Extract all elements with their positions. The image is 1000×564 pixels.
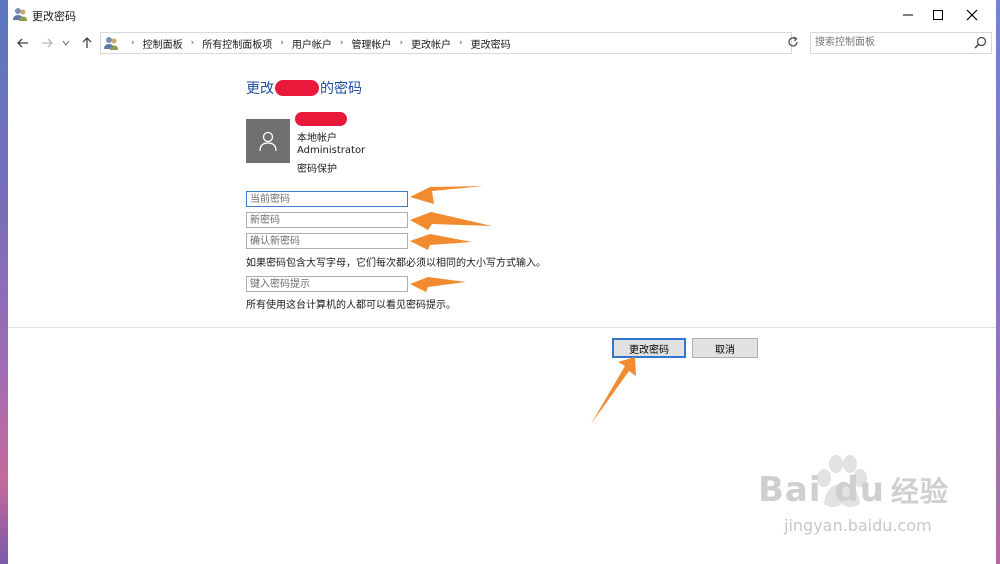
breadcrumb-separator-icon: › xyxy=(190,38,195,48)
breadcrumb: › 控制面板 › 所有控制面板项 › 用户帐户 › 管理帐户 › 更改帐户 › … xyxy=(123,33,511,53)
user-accounts-icon xyxy=(13,8,27,21)
close-icon xyxy=(966,9,978,21)
breadcrumb-separator-icon: › xyxy=(399,38,404,48)
avatar xyxy=(246,119,290,163)
account-group: Administrator xyxy=(297,145,366,156)
forward-button[interactable] xyxy=(38,34,56,52)
confirm-password-input[interactable] xyxy=(246,233,408,249)
arrow-right-icon xyxy=(42,38,53,48)
redacted-username xyxy=(275,80,319,96)
cancel-button[interactable]: 取消 xyxy=(692,338,758,358)
control-panel-icon xyxy=(104,37,118,50)
password-hint-input[interactable] xyxy=(246,276,408,292)
desktop-background-left xyxy=(0,0,8,564)
address-row: › 控制面板 › 所有控制面板项 › 用户帐户 › 管理帐户 › 更改帐户 › … xyxy=(8,30,996,56)
breadcrumb-separator-icon: › xyxy=(339,38,344,48)
account-type: 本地帐户 xyxy=(297,133,337,144)
arrow-left-icon xyxy=(17,38,28,48)
new-password-input[interactable] xyxy=(246,212,408,228)
watermark-url: jingyan.baidu.com xyxy=(784,516,932,535)
user-icon xyxy=(259,131,277,152)
breadcrumb-separator-icon: › xyxy=(280,38,284,48)
page-title-suffix: 的密码 xyxy=(320,81,362,97)
address-bar[interactable]: › 控制面板 › 所有控制面板项 › 用户帐户 › 管理帐户 › 更改帐户 › … xyxy=(100,32,868,54)
refresh-button[interactable] xyxy=(784,32,802,52)
close-button[interactable] xyxy=(950,0,994,30)
hint-visibility-note: 所有使用这台计算机的人都可以看见密码提示。 xyxy=(246,300,456,311)
search-icon[interactable] xyxy=(974,36,987,49)
redacted-account-name xyxy=(295,112,347,126)
up-button[interactable] xyxy=(78,34,96,52)
breadcrumb-item[interactable]: 控制面板 xyxy=(143,36,183,51)
breadcrumb-item[interactable]: 所有控制面板项 xyxy=(202,36,272,51)
breadcrumb-separator-icon: › xyxy=(459,38,463,48)
back-button[interactable] xyxy=(14,34,32,52)
case-sensitivity-note: 如果密码包含大写字母，它们每次都必须以相同的大小写方式输入。 xyxy=(246,258,546,269)
account-status: 密码保护 xyxy=(297,164,337,175)
maximize-icon xyxy=(933,10,943,20)
search-input[interactable] xyxy=(815,35,963,50)
search-box[interactable] xyxy=(810,32,992,54)
arrow-up-icon xyxy=(82,37,92,48)
window-title: 更改密码 xyxy=(32,10,76,23)
chevron-down-icon xyxy=(62,40,70,46)
desktop-background-right xyxy=(996,0,1000,564)
breadcrumb-item[interactable]: 用户帐户 xyxy=(292,36,332,51)
minimize-icon xyxy=(903,14,913,16)
current-password-input[interactable] xyxy=(246,191,408,207)
breadcrumb-item[interactable]: 更改密码 xyxy=(471,36,511,51)
page-title-prefix: 更改 xyxy=(246,81,274,97)
breadcrumb-item[interactable]: 管理帐户 xyxy=(351,36,391,51)
recent-locations-button[interactable] xyxy=(60,34,72,52)
breadcrumb-separator-icon: › xyxy=(131,38,135,48)
breadcrumb-item[interactable]: 更改帐户 xyxy=(411,36,451,51)
watermark-brand: Bai du 经验 xyxy=(758,470,949,510)
divider xyxy=(8,327,996,328)
refresh-icon xyxy=(788,36,798,47)
page-title: 更改 的密码 xyxy=(246,78,362,98)
change-password-button[interactable]: 更改密码 xyxy=(612,338,686,358)
title-bar: 更改密码 xyxy=(8,0,996,30)
